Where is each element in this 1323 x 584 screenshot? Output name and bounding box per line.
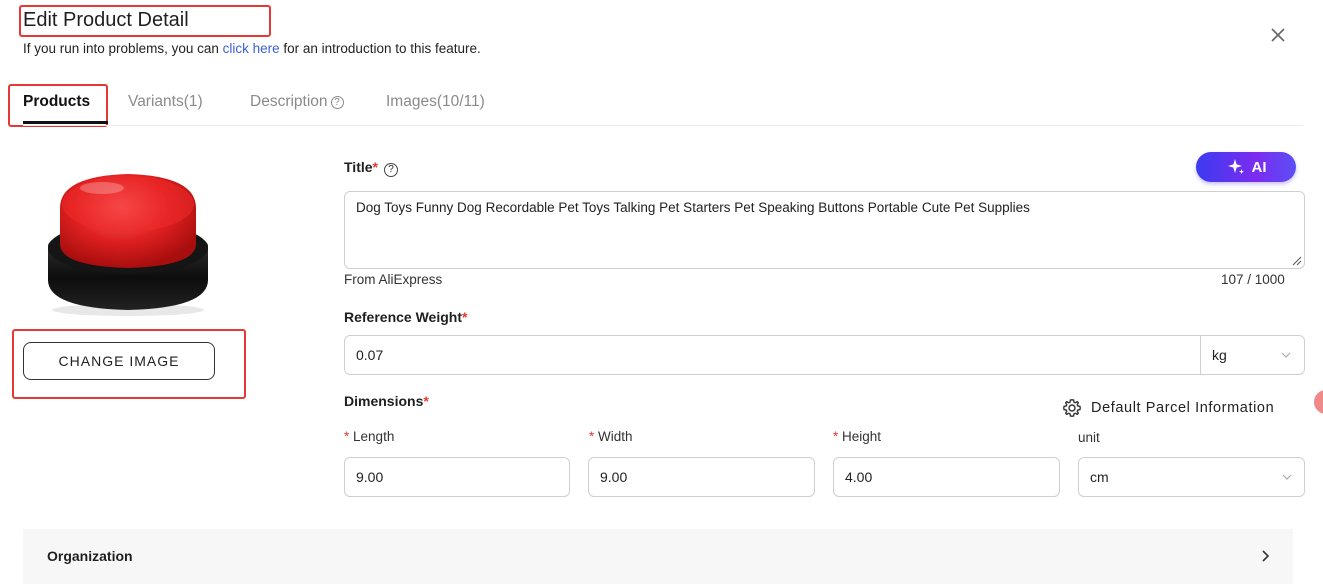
required-mark: * xyxy=(462,309,468,325)
height-input[interactable]: 4.00 xyxy=(833,457,1060,497)
length-label-text: Length xyxy=(353,429,395,444)
dimensions-label-text: Dimensions xyxy=(344,393,424,409)
intro-link[interactable]: click here xyxy=(223,41,280,56)
tab-description-label: Description xyxy=(250,93,328,110)
height-label-text: Height xyxy=(842,429,882,444)
title-label: Title*? xyxy=(344,159,398,177)
length-label: * Length xyxy=(344,429,394,444)
ai-sparkle-icon xyxy=(1227,159,1244,175)
chevron-down-icon xyxy=(1282,474,1292,480)
help-icon: ? xyxy=(330,96,344,109)
required-mark: * xyxy=(372,159,378,175)
required-mark: * xyxy=(833,429,839,444)
chevron-right-icon xyxy=(1262,550,1270,562)
width-input[interactable]: 9.00 xyxy=(588,457,815,497)
weight-input-group: 0.07 kg xyxy=(344,335,1305,375)
organization-label: Organization xyxy=(47,548,133,564)
dimensions-label: Dimensions* xyxy=(344,393,429,409)
resize-grip-icon[interactable] xyxy=(1290,254,1302,266)
chevron-down-icon xyxy=(1281,352,1291,358)
parcel-label: Default Parcel Information xyxy=(1091,400,1275,416)
organization-section[interactable]: Organization xyxy=(23,529,1293,584)
title-label-text: Title xyxy=(344,159,373,175)
page-title: Edit Product Detail xyxy=(23,9,189,31)
weight-label-text: Reference Weight xyxy=(344,309,462,325)
weight-label: Reference Weight* xyxy=(344,309,467,325)
ai-button[interactable]: AI xyxy=(1196,152,1296,182)
help-icon: ? xyxy=(383,163,398,177)
width-label: * Width xyxy=(589,429,633,444)
change-image-button[interactable]: CHANGE IMAGE xyxy=(23,342,215,380)
close-icon[interactable] xyxy=(1268,25,1288,45)
unit-label: unit xyxy=(1078,430,1100,445)
tab-variants[interactable]: Variants(1) xyxy=(128,93,203,111)
tab-bar: Products Variants(1) Description? Images… xyxy=(23,86,1303,126)
weight-input[interactable]: 0.07 xyxy=(356,336,383,374)
intro-prefix: If you run into problems, you can xyxy=(23,41,223,56)
title-textarea[interactable]: Dog Toys Funny Dog Recordable Pet Toys T… xyxy=(344,191,1305,269)
intro-text: If you run into problems, you can click … xyxy=(23,41,481,56)
width-label-text: Width xyxy=(598,429,633,444)
tab-description[interactable]: Description? xyxy=(250,93,344,111)
active-tab-underline xyxy=(23,121,108,124)
source-text: From AliExpress xyxy=(344,272,443,287)
default-parcel-button[interactable]: Default Parcel Information xyxy=(1062,398,1274,418)
floating-helper-icon[interactable] xyxy=(1314,390,1323,414)
ai-button-label: AI xyxy=(1251,158,1267,176)
gear-icon xyxy=(1063,399,1081,417)
tab-images[interactable]: Images(10/11) xyxy=(386,93,485,111)
dimension-unit-value: cm xyxy=(1090,469,1109,485)
product-image xyxy=(48,174,208,316)
height-label: * Height xyxy=(833,429,881,444)
weight-unit-value: kg xyxy=(1212,347,1227,363)
edit-product-dialog: Edit Product Detail If you run into prob… xyxy=(0,0,1323,584)
required-mark: * xyxy=(344,429,350,444)
weight-unit-select[interactable]: kg xyxy=(1200,336,1304,374)
dimension-unit-select[interactable]: cm xyxy=(1078,457,1305,497)
tab-products[interactable]: Products xyxy=(23,93,90,111)
required-mark: * xyxy=(423,393,429,409)
required-mark: * xyxy=(589,429,595,444)
char-count: 107 / 1000 xyxy=(1221,272,1285,287)
intro-suffix: for an introduction to this feature. xyxy=(279,41,481,56)
length-input[interactable]: 9.00 xyxy=(344,457,570,497)
